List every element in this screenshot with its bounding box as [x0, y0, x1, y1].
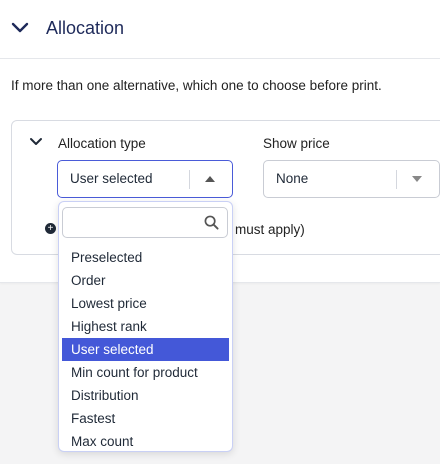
option-item[interactable]: Max count	[62, 430, 229, 453]
caret-up-icon[interactable]	[205, 176, 215, 182]
select-separator	[396, 170, 397, 189]
plus-circle-icon[interactable]: +	[45, 223, 56, 234]
option-item[interactable]: Preselected	[62, 246, 229, 269]
select-separator	[189, 170, 190, 189]
option-item[interactable]: Fastest	[62, 407, 229, 430]
allocation-type-label: Allocation type	[58, 136, 146, 151]
option-item[interactable]: Order	[62, 269, 229, 292]
option-item[interactable]: Distribution	[62, 384, 229, 407]
panel-title: Allocation	[46, 18, 125, 38]
allocation-type-select[interactable]: User selected	[57, 160, 233, 198]
chevron-down-icon[interactable]	[29, 135, 43, 149]
caret-down-icon[interactable]	[412, 176, 422, 182]
option-item[interactable]: Min count for product	[62, 361, 229, 384]
option-item-selected[interactable]: User selected	[62, 338, 229, 361]
chevron-down-icon[interactable]	[10, 18, 30, 38]
show-price-label: Show price	[263, 136, 330, 151]
show-price-value: None	[276, 171, 309, 186]
section-description: If more than one alternative, which one …	[11, 78, 382, 93]
allocation-type-value: User selected	[70, 171, 153, 186]
search-icon	[204, 215, 219, 230]
dropdown-options: Preselected Order Lowest price Highest r…	[62, 246, 229, 453]
rule-hint-text: must apply)	[235, 222, 305, 237]
search-input[interactable]	[69, 212, 203, 234]
dropdown-search[interactable]	[62, 207, 228, 238]
option-item[interactable]: Highest rank	[62, 315, 229, 338]
panel-header[interactable]: Allocation	[0, 0, 440, 59]
option-item[interactable]: Lowest price	[62, 292, 229, 315]
allocation-type-dropdown: Preselected Order Lowest price Highest r…	[58, 201, 233, 452]
show-price-select[interactable]: None	[263, 160, 440, 198]
